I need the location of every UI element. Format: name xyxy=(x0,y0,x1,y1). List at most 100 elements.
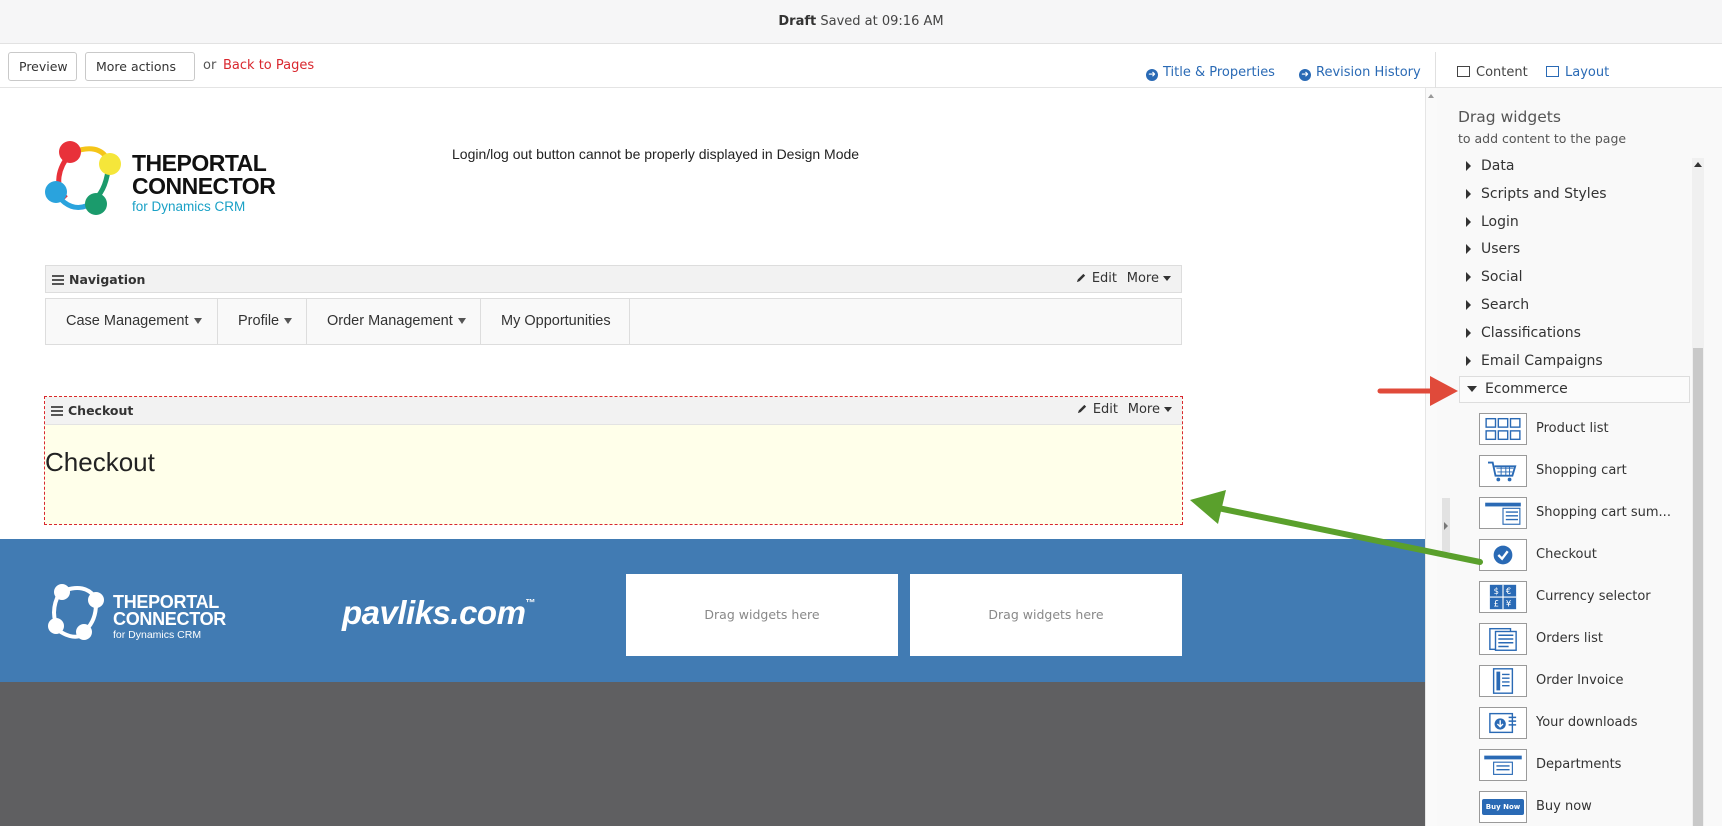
category-ecommerce[interactable]: Ecommerce xyxy=(1459,376,1690,403)
navigation-widget-header[interactable]: Navigation Edit More xyxy=(45,265,1182,293)
drop-zone-2[interactable]: Drag widgets here xyxy=(910,574,1182,656)
category-label: Login xyxy=(1481,214,1519,230)
category-data[interactable]: Data xyxy=(1466,154,1514,178)
preview-button[interactable]: Preview xyxy=(8,52,77,81)
chevron-down-icon xyxy=(1163,276,1171,281)
panel-collapse-handle[interactable] xyxy=(1442,498,1450,552)
layout-tab-label: Layout xyxy=(1565,65,1610,80)
widget-label: Checkout xyxy=(1536,547,1597,562)
edit-label: Edit xyxy=(1092,402,1118,417)
brand-text: pavliks.com xyxy=(342,594,526,631)
widget-label: Currency selector xyxy=(1536,589,1651,604)
checkout-widget-header[interactable]: Checkout Edit More xyxy=(45,397,1182,425)
category-search[interactable]: Search xyxy=(1466,293,1529,317)
category-login[interactable]: Login xyxy=(1466,210,1519,234)
caret-right-icon xyxy=(1466,189,1471,199)
caret-down-icon xyxy=(1467,386,1477,392)
nav-item-my-opportunities[interactable]: My Opportunities xyxy=(481,299,630,344)
trademark: ™ xyxy=(525,598,535,609)
draft-label: Draft xyxy=(778,14,817,29)
chevron-down-icon xyxy=(193,318,202,325)
caret-right-icon xyxy=(1466,217,1471,227)
widget-label: Departments xyxy=(1536,757,1622,772)
checkout-heading: Checkout xyxy=(45,447,155,477)
widget-title: Navigation xyxy=(69,272,146,287)
chevron-down-icon xyxy=(284,318,293,325)
category-label: Search xyxy=(1481,297,1530,313)
chevron-down-icon xyxy=(1164,407,1172,412)
category-social[interactable]: Social xyxy=(1466,265,1523,289)
scroll-up-icon[interactable] xyxy=(1428,94,1434,98)
preview-label: Preview xyxy=(19,59,68,74)
caret-right-icon xyxy=(1466,272,1471,282)
checkout-check-icon xyxy=(1479,539,1527,571)
category-label: Classifications xyxy=(1481,325,1581,341)
revision-history-label: Revision History xyxy=(1316,65,1421,80)
caret-right-icon xyxy=(1466,244,1471,254)
category-label: Scripts and Styles xyxy=(1481,186,1607,202)
product-list-icon xyxy=(1479,413,1527,445)
nav-item-label: My Opportunities xyxy=(501,313,611,329)
footer-logo-line-3: for Dynamics CRM xyxy=(113,629,202,641)
revision-history-link[interactable]: ➜ Revision History xyxy=(1299,65,1421,81)
draft-status-bar: Draft Saved at 09:16 AM xyxy=(0,0,1722,44)
panel-scrollbar[interactable] xyxy=(1692,158,1704,826)
currency-icon: $ € £ ¥ xyxy=(1479,581,1527,613)
caret-right-icon xyxy=(1466,161,1471,171)
nav-item-case-management[interactable]: Case Management xyxy=(46,299,218,344)
chevron-down-icon xyxy=(457,318,466,325)
departments-icon xyxy=(1479,749,1527,781)
content-tab[interactable]: Content xyxy=(1457,65,1528,80)
title-properties-link[interactable]: ➜ Title & Properties xyxy=(1146,65,1275,81)
scrollbar-thumb[interactable] xyxy=(1693,348,1703,826)
layout-tab[interactable]: Layout xyxy=(1546,65,1609,80)
downloads-icon xyxy=(1479,707,1527,739)
shopping-cart-icon xyxy=(1479,455,1527,487)
edit-button[interactable]: Edit xyxy=(1076,271,1117,286)
category-email-campaigns[interactable]: Email Campaigns xyxy=(1466,349,1603,373)
arrow-circle-icon: ➜ xyxy=(1299,69,1311,81)
checkout-widget[interactable]: Checkout Edit More Checkout xyxy=(44,396,1183,525)
footer-logo-mark xyxy=(48,584,104,640)
nav-item-profile[interactable]: Profile xyxy=(218,299,307,344)
nav-item-order-management[interactable]: Order Management xyxy=(307,299,481,344)
category-scripts-styles[interactable]: Scripts and Styles xyxy=(1466,182,1607,206)
pavliks-brand: pavliks.com™ xyxy=(342,594,535,632)
category-label: Users xyxy=(1481,241,1521,257)
nav-item-label: Profile xyxy=(238,313,280,329)
widget-label: Buy now xyxy=(1536,799,1592,814)
drag-handle-icon[interactable] xyxy=(52,275,64,285)
edit-button[interactable]: Edit xyxy=(1077,402,1118,417)
navigation-menu: Case Management Profile Order Management… xyxy=(45,298,1182,345)
or-text: or xyxy=(203,58,217,73)
drop-zone-1[interactable]: Drag widgets here xyxy=(626,574,898,656)
panel-divider xyxy=(1425,88,1426,826)
logo-line-1: THEPORTAL xyxy=(132,150,267,176)
drag-handle-icon[interactable] xyxy=(51,406,63,416)
nav-item-label: Order Management xyxy=(327,313,453,329)
back-to-pages-link[interactable]: Back to Pages xyxy=(223,58,314,73)
more-label: More xyxy=(1126,271,1159,286)
widget-title: Checkout xyxy=(68,403,134,418)
panel-subtitle: to add content to the page xyxy=(1458,131,1627,146)
category-users[interactable]: Users xyxy=(1466,237,1520,261)
buy-now-icon: Buy Now xyxy=(1479,791,1527,823)
canvas-scrollbar[interactable] xyxy=(1425,88,1437,826)
svg-text:€: € xyxy=(1506,586,1511,596)
buy-now-icon-text: Buy Now xyxy=(1481,799,1525,815)
more-button[interactable]: More xyxy=(1127,271,1171,286)
category-classifications[interactable]: Classifications xyxy=(1466,321,1581,345)
orders-list-icon xyxy=(1479,623,1527,655)
category-label: Email Campaigns xyxy=(1481,353,1603,369)
layout-icon xyxy=(1546,66,1559,77)
more-button[interactable]: More xyxy=(1128,402,1172,417)
more-label: More xyxy=(1127,402,1160,417)
caret-right-icon xyxy=(1466,328,1471,338)
category-label: Social xyxy=(1481,269,1523,285)
scroll-up-icon[interactable] xyxy=(1694,162,1702,167)
more-actions-button[interactable]: More actions xyxy=(85,52,195,97)
logo-line-2: CONNECTOR xyxy=(132,173,276,199)
saved-time: Saved at 09:16 AM xyxy=(820,14,944,29)
edit-label: Edit xyxy=(1091,271,1117,286)
pencil-icon xyxy=(1077,404,1086,414)
